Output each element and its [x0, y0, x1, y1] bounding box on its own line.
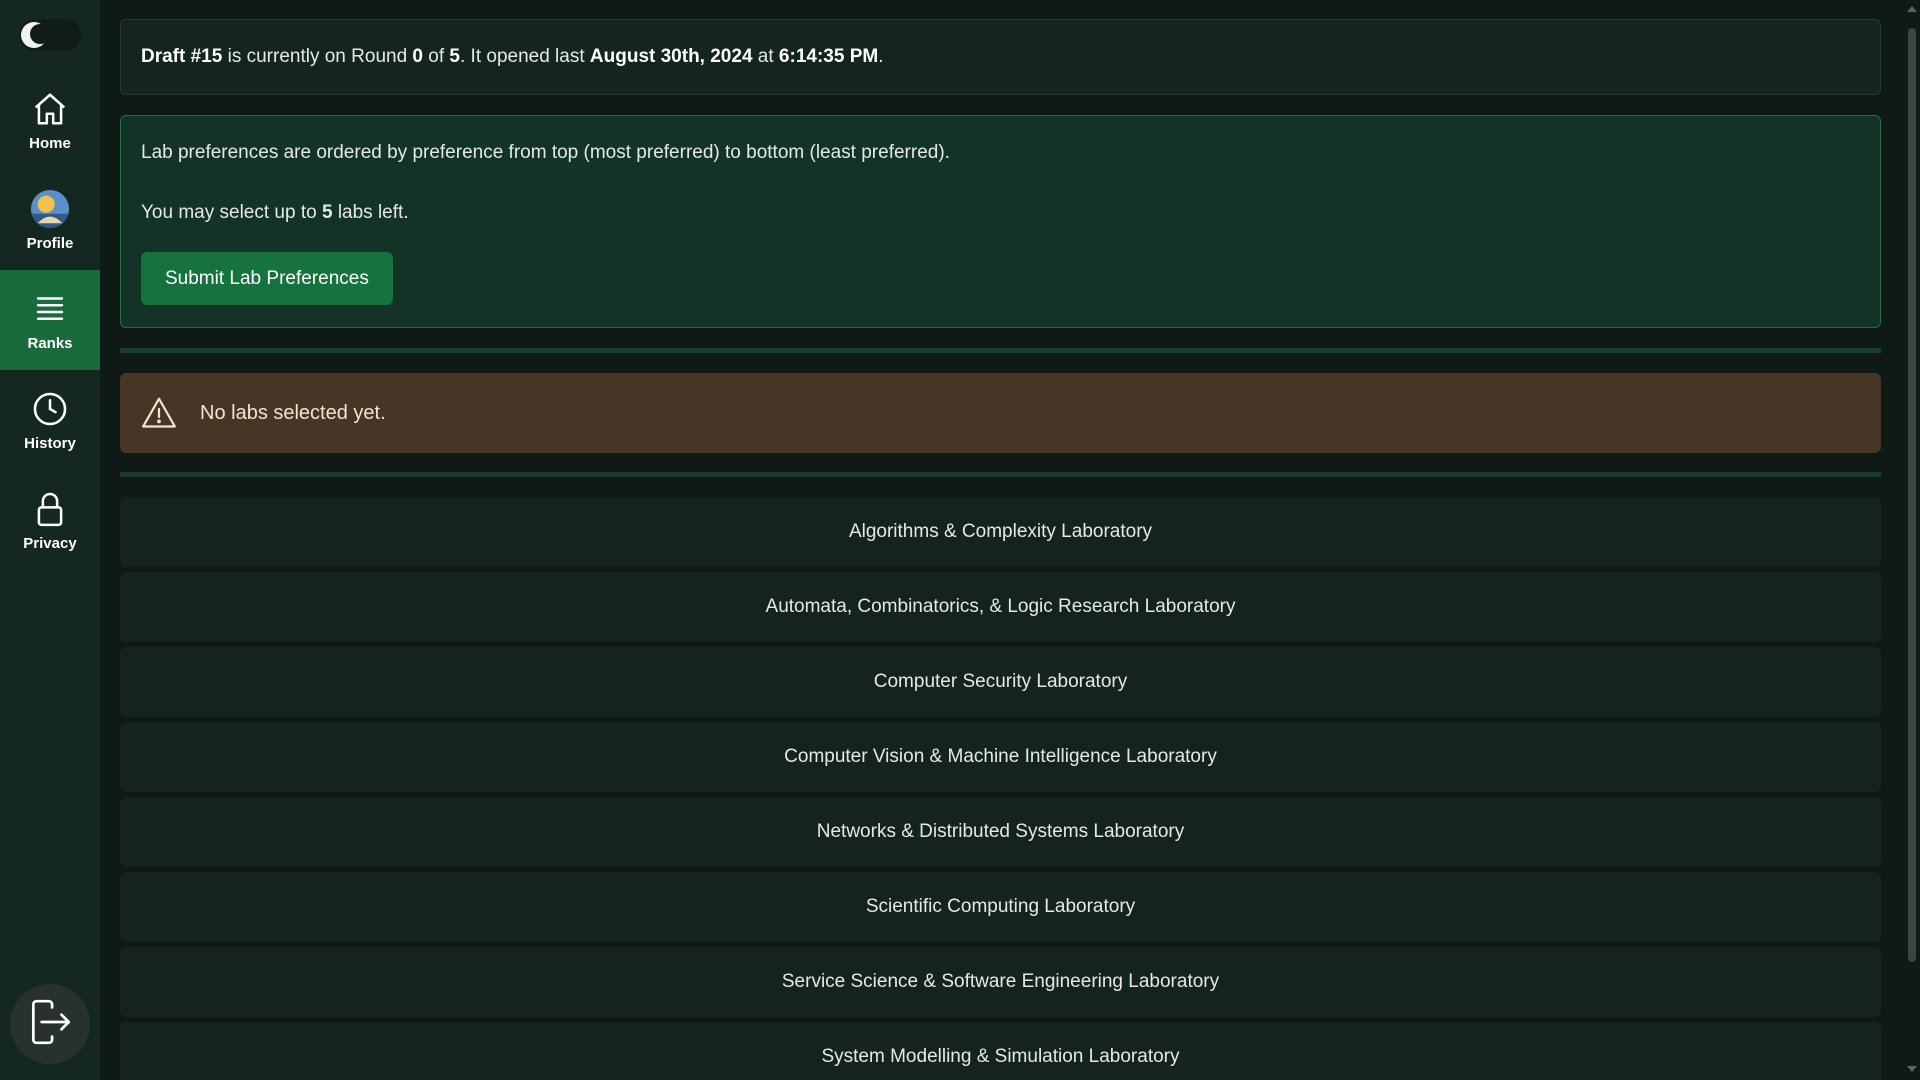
home-icon — [30, 89, 70, 129]
remaining-suffix: labs left. — [332, 202, 409, 223]
nav-label-history: History — [24, 434, 76, 452]
warning-icon — [140, 394, 178, 432]
remaining-count: 5 — [321, 202, 333, 223]
draft-text: at — [752, 46, 779, 67]
draft-status-text: Draft #15 is currently on Round 0 of 5. … — [141, 46, 883, 68]
lab-item[interactable]: Automata, Combinatorics, & Logic Researc… — [120, 572, 1881, 642]
avatar — [30, 189, 70, 229]
clock-icon — [30, 389, 70, 429]
lab-item[interactable]: Computer Vision & Machine Intelligence L… — [120, 722, 1881, 792]
no-labs-warning: No labs selected yet. — [120, 373, 1881, 453]
submit-lab-preferences-button[interactable]: Submit Lab Preferences — [141, 252, 393, 305]
draft-text: is currently on Round — [222, 46, 413, 67]
draft-name: Draft #15 — [141, 46, 223, 67]
nav-item-profile[interactable]: Profile — [0, 170, 100, 270]
scrollbar-thumb[interactable] — [1908, 28, 1916, 962]
draft-text: of — [423, 46, 450, 67]
logout-icon — [25, 997, 75, 1052]
sidebar: Home Profile Ranks History Privacy — [0, 0, 100, 1080]
nav-item-ranks[interactable]: Ranks — [0, 270, 100, 370]
theme-toggle[interactable] — [19, 19, 81, 51]
divider — [120, 472, 1881, 477]
nav-item-home[interactable]: Home — [0, 70, 100, 170]
lab-item[interactable]: Algorithms & Complexity Laboratory — [120, 497, 1881, 567]
logout-button[interactable] — [10, 984, 90, 1064]
draft-status-card: Draft #15 is currently on Round 0 of 5. … — [120, 19, 1881, 95]
remaining-labs-text: You may select up to 5 labs left. — [141, 202, 1860, 224]
draft-text: . — [878, 46, 884, 67]
warning-message: No labs selected yet. — [200, 401, 386, 424]
lab-list: Algorithms & Complexity Laboratory Autom… — [120, 497, 1881, 1080]
lab-item[interactable]: Service Science & Software Engineering L… — [120, 947, 1881, 1017]
vertical-scrollbar[interactable] — [1903, 0, 1920, 1080]
lab-item[interactable]: Computer Security Laboratory — [120, 647, 1881, 717]
moon-icon — [21, 22, 50, 48]
list-icon — [30, 289, 70, 329]
draft-text: . It opened last — [459, 46, 590, 67]
draft-time: 6:14:35 PM — [778, 46, 879, 67]
nav-item-privacy[interactable]: Privacy — [0, 470, 100, 570]
divider — [120, 348, 1881, 353]
draft-total-rounds: 5 — [449, 46, 460, 67]
nav-label-privacy: Privacy — [23, 534, 77, 552]
nav-item-history[interactable]: History — [0, 370, 100, 470]
preferences-card: Lab preferences are ordered by preferenc… — [120, 115, 1881, 328]
preferences-instructions: Lab preferences are ordered by preferenc… — [141, 142, 950, 163]
lock-icon — [30, 489, 70, 529]
remaining-prefix: You may select up to — [141, 202, 322, 223]
scroll-down-arrow[interactable] — [1907, 1066, 1917, 1072]
nav-label-home: Home — [29, 134, 71, 152]
draft-date: August 30th, 2024 — [589, 46, 753, 67]
main-content: Draft #15 is currently on Round 0 of 5. … — [120, 0, 1881, 1080]
scroll-up-arrow[interactable] — [1907, 6, 1917, 12]
lab-item[interactable]: System Modelling & Simulation Laboratory — [120, 1022, 1881, 1080]
nav-label-profile: Profile — [26, 234, 74, 252]
lab-item[interactable]: Scientific Computing Laboratory — [120, 872, 1881, 942]
lab-item[interactable]: Networks & Distributed Systems Laborator… — [120, 797, 1881, 867]
draft-round: 0 — [412, 46, 423, 67]
nav-label-ranks: Ranks — [27, 334, 73, 352]
